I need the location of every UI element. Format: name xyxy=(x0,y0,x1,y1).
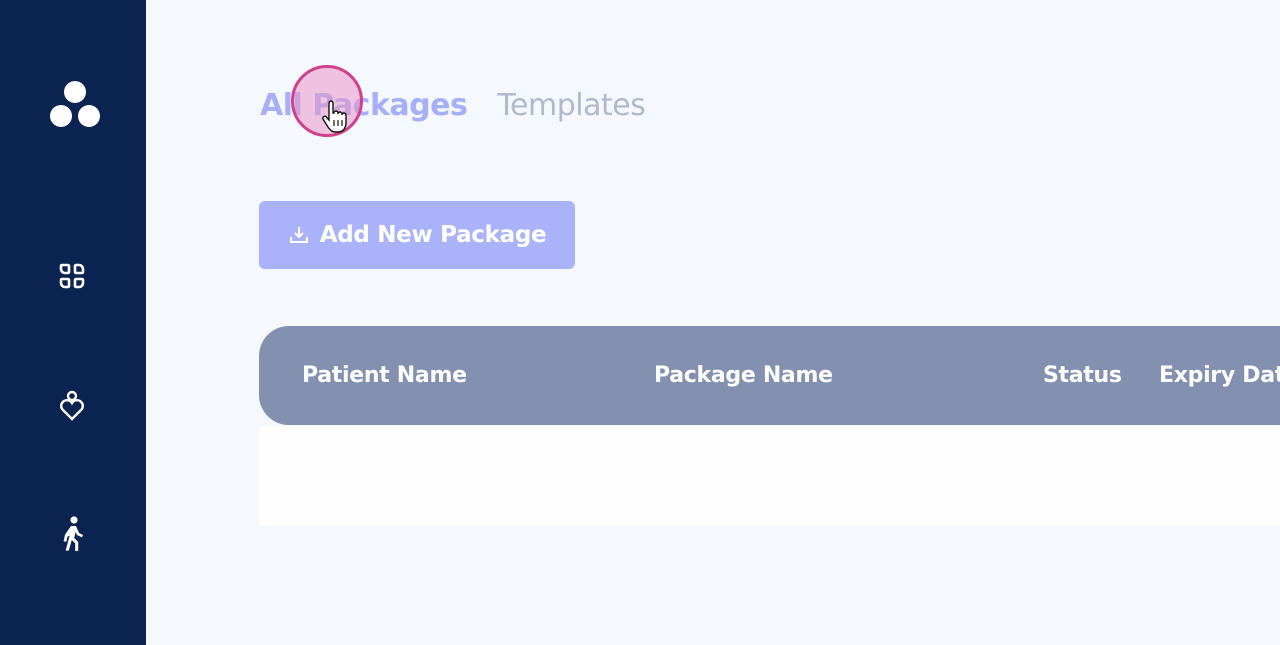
tab-bar: All Packages Templates xyxy=(260,84,646,128)
column-header-patient-name[interactable]: Patient Name xyxy=(302,326,467,425)
main-content: All Packages Templates Add New Package P… xyxy=(146,0,1280,645)
three-circles-logo[interactable] xyxy=(48,80,102,130)
table-body-empty xyxy=(259,426,1280,526)
table-header: Patient Name Package Name Status Expiry … xyxy=(259,326,1280,425)
sidebar-item-care[interactable] xyxy=(55,388,89,422)
add-new-package-button[interactable]: Add New Package xyxy=(259,201,575,269)
column-header-expiry-date[interactable]: Expiry Dat xyxy=(1159,326,1280,425)
sidebar-item-activity[interactable] xyxy=(55,516,89,551)
column-header-status[interactable]: Status xyxy=(1043,326,1122,425)
add-new-package-label: Add New Package xyxy=(319,222,547,248)
dashboard-icon xyxy=(59,263,85,289)
tab-templates[interactable]: Templates xyxy=(497,84,646,128)
column-header-package-name[interactable]: Package Name xyxy=(654,326,833,425)
walking-person-icon xyxy=(63,516,83,551)
heart-person-icon xyxy=(59,390,85,421)
sidebar-item-dashboard[interactable] xyxy=(55,259,89,293)
tab-all-packages[interactable]: All Packages xyxy=(260,84,468,128)
download-tray-icon xyxy=(289,227,308,243)
sidebar xyxy=(0,0,146,645)
